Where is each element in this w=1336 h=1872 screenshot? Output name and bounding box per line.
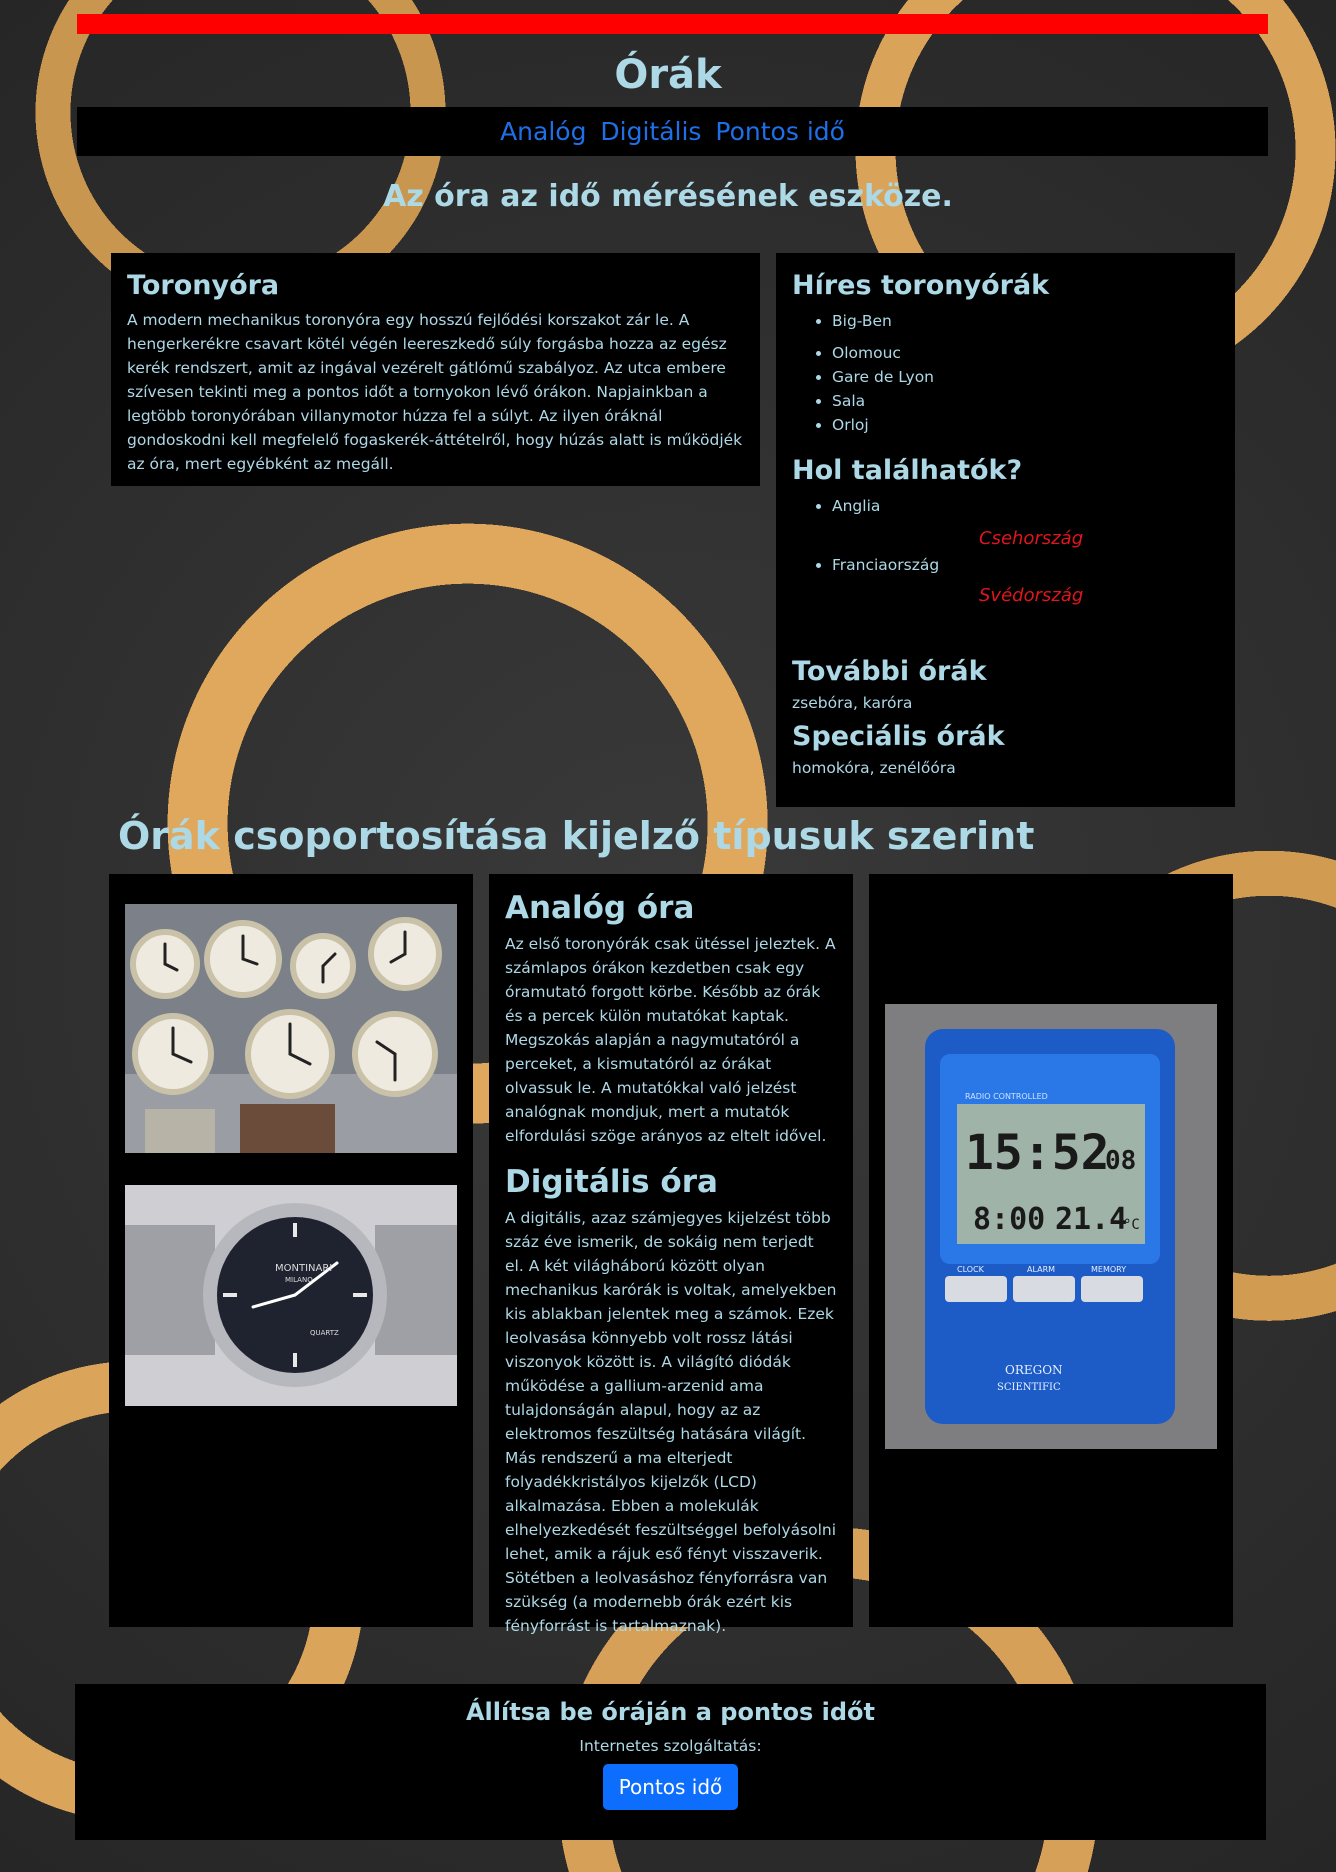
cta-subtitle: Internetes szolgáltatás: [579, 1737, 762, 1755]
list-item: Big-Ben [832, 309, 1219, 333]
wristwatch-image: MONTINARI MILANO QUARTZ [125, 1185, 457, 1406]
clock-brand-sub-text: SCIENTIFIC [997, 1382, 1061, 1393]
clock-alarm-text: 8:00 [973, 1202, 1045, 1237]
watch-quartz-text: QUARTZ [310, 1329, 339, 1337]
clock-unit-text: °C [1123, 1217, 1140, 1233]
section-title: Órák csoportosítása kijelző típusuk szer… [118, 814, 1035, 858]
more-clocks-text: zsebóra, karóra [792, 694, 913, 712]
list-item: Anglia [832, 494, 1219, 518]
clock-button-label: CLOCK [957, 1265, 985, 1274]
watch-sub-text: MILANO [285, 1276, 313, 1284]
digital-heading: Digitális óra [505, 1164, 718, 1200]
alarm-clocks-illustration [125, 904, 457, 1153]
alarm-clocks-image [125, 904, 457, 1153]
top-nav: Analóg Digitális Pontos idő [77, 107, 1268, 156]
famous-list: Big-Ben Olomouc Gare de Lyon Sala Orloj [792, 309, 1219, 437]
red-location-item: Csehország [979, 528, 1084, 549]
tower-heading: Toronyóra [127, 270, 280, 301]
clock-band-text: RADIO CONTROLLED [965, 1092, 1048, 1101]
tagline: Az óra az idő mérésének eszköze. [383, 179, 953, 214]
red-location-item: Svédország [979, 585, 1084, 606]
where-heading: Hol találhatók? [792, 455, 1023, 486]
more-clocks-heading: További órák [792, 656, 987, 687]
list-item: Franciaország [832, 553, 1219, 577]
analog-digital-text-panel: Analóg óra Az első toronyórák csak ütéss… [489, 874, 853, 1635]
special-clocks-text: homokóra, zenélőóra [792, 759, 956, 777]
famous-heading: Híres toronyórák [792, 270, 1050, 301]
nav-link-analog[interactable]: Analóg [500, 117, 586, 146]
watch-brand-text: MONTINARI [275, 1263, 332, 1274]
top-red-bar [77, 14, 1268, 34]
wristwatch-illustration: MONTINARI MILANO QUARTZ [125, 1185, 457, 1406]
analog-heading: Analóg óra [505, 890, 695, 926]
page-title: Órák [614, 52, 722, 98]
list-item: Olomouc [832, 341, 1219, 365]
list-item: Orloj [832, 413, 1219, 437]
digital-clock-panel: RADIO CONTROLLED 15:52 08 8:00 21.4 °C C… [869, 874, 1233, 1627]
images-left-panel: MONTINARI MILANO QUARTZ [109, 874, 473, 1627]
nav-link-exact-time[interactable]: Pontos idő [715, 117, 845, 146]
analog-text: Az első toronyórák csak ütéssel jeleztek… [505, 935, 836, 1145]
digital-clock-illustration: RADIO CONTROLLED 15:52 08 8:00 21.4 °C C… [885, 1004, 1217, 1449]
cta-panel: Állítsa be óráján a pontos időt Internet… [75, 1684, 1266, 1840]
where-list-2: Franciaország [792, 553, 1219, 577]
exact-time-button[interactable]: Pontos idő [602, 1764, 739, 1810]
nav-link-digital[interactable]: Digitális [600, 117, 701, 146]
clock-time-text: 15:52 [965, 1125, 1110, 1181]
where-list: Anglia [792, 494, 1219, 518]
digital-clock-image: RADIO CONTROLLED 15:52 08 8:00 21.4 °C C… [885, 1004, 1217, 1449]
cta-title: Állítsa be óráján a pontos időt [465, 1698, 876, 1726]
tower-clock-panel: Toronyóra A modern mechanikus toronyóra … [111, 253, 760, 486]
sidebar-panel: Híres toronyórák Big-Ben Olomouc Gare de… [776, 253, 1235, 807]
list-item: Sala [832, 389, 1219, 413]
digital-text: A digitális, azaz számjegyes kijelzést t… [505, 1209, 837, 1635]
clock-seconds-text: 08 [1105, 1146, 1136, 1176]
tower-text: A modern mechanikus toronyóra egy hosszú… [127, 311, 743, 473]
clock-brand-text: OREGON [1005, 1363, 1063, 1377]
clock-button-label: ALARM [1027, 1265, 1055, 1274]
special-clocks-heading: Speciális órák [792, 721, 1005, 752]
clock-temp-text: 21.4 [1055, 1202, 1127, 1237]
list-item: Gare de Lyon [832, 365, 1219, 389]
clock-button-label: MEMORY [1091, 1265, 1126, 1274]
